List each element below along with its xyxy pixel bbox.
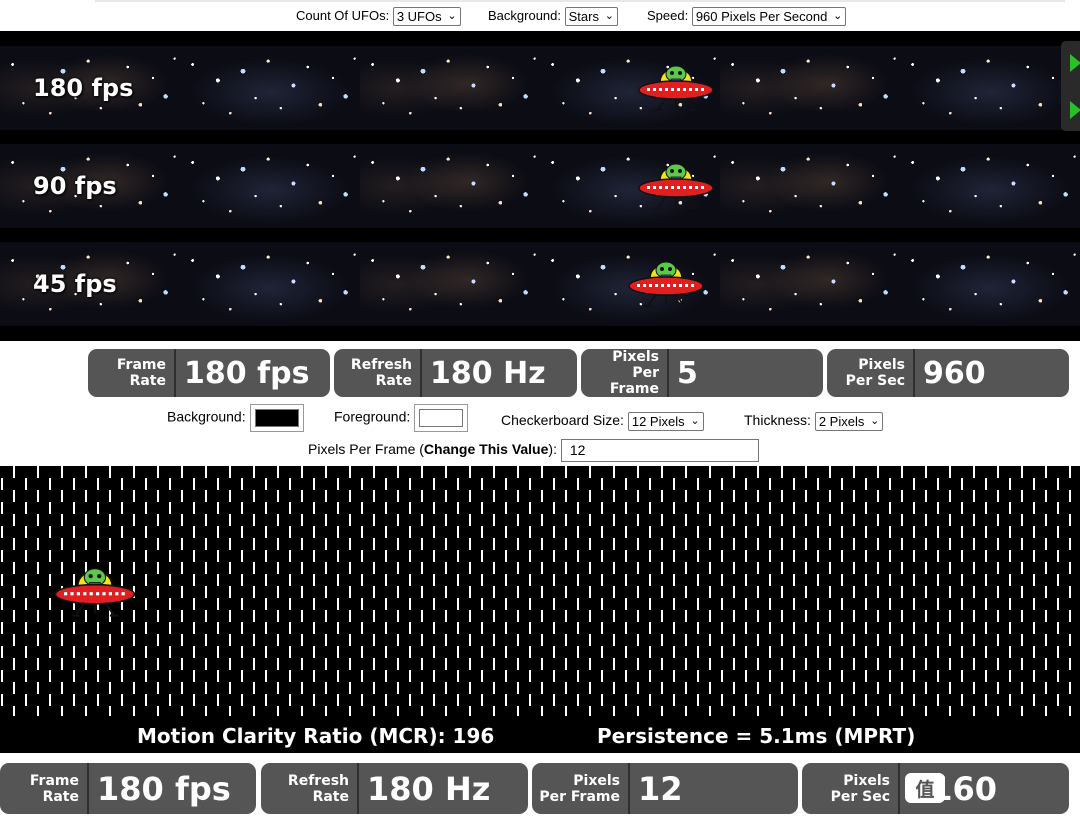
stat-label: Frame Rate (88, 349, 174, 397)
persistence-readout: Persistence = 5.1ms (MPRT) (597, 724, 916, 748)
stat-label-line: Pixels (843, 772, 890, 789)
speed-label: Speed: (647, 8, 689, 23)
stat-label: Pixels Per Sec (802, 763, 898, 814)
chevron-down-icon: ⌄ (690, 414, 700, 427)
checkerboard-size-value: 12 Pixels (631, 413, 685, 429)
lane-45fps: 45 fps (0, 242, 1080, 326)
speed-value: 960 Pixels Per Second (695, 9, 828, 25)
pixels-per-frame-control: Pixels Per Frame (Change This Value): 12 (308, 438, 759, 462)
stat-label: Pixels Per Frame (581, 349, 667, 397)
stat-value: 180 Hz (430, 355, 546, 391)
checkerboard-size-control: Checkerboard Size: 12 Pixels ⌄ (501, 411, 704, 431)
stat-label-line: Frame (116, 357, 166, 373)
stat-label-line: Frame (29, 772, 79, 789)
background-select[interactable]: Stars ⌄ (564, 7, 618, 27)
stat-value: 180 Hz (367, 769, 491, 808)
stat-label: Refresh Rate (334, 349, 420, 397)
stat-value: 180 fps (97, 769, 231, 808)
ufo-alien-icon (638, 65, 714, 111)
stat-value: 960 (923, 355, 986, 391)
ufo-alien-icon (628, 261, 704, 307)
stat-label-line: Per Frame (539, 788, 620, 805)
stat-label: Pixels Per Frame (532, 763, 628, 814)
ufo-count-select[interactable]: 3 UFOs ⌄ (392, 7, 461, 27)
stat-label: Frame Rate (0, 763, 87, 814)
lane-fps-label: 90 fps (33, 172, 117, 200)
checkerboard-lines (0, 466, 1080, 716)
foreground-color-label: Foreground: (334, 408, 411, 425)
chevron-down-icon: ⌄ (447, 10, 457, 23)
ufo-count-value: 3 UFOs (396, 9, 442, 25)
stat-label: Refresh Rate (261, 763, 357, 814)
ufo-test-area: 180 fps 90 fps 45 fps (0, 31, 1080, 341)
foreground-color-control: Foreground: (334, 404, 469, 432)
speed-control: Speed: 960 Pixels Per Second ⌄ (647, 7, 847, 27)
pixels-per-sec-stat: Pixels Per Sec 960 (827, 349, 1069, 397)
stat-label-line: Per Frame (609, 365, 659, 397)
lane-fps-label: 180 fps (33, 74, 134, 102)
stat-label-line: Per Sec (830, 788, 890, 805)
foreground-color-swatch[interactable] (414, 404, 469, 432)
ppf-label-bold: Change This Value (423, 441, 549, 457)
stat-label-line: Rate (42, 788, 79, 805)
background-color-swatch[interactable] (249, 404, 304, 432)
stat-label-line: Pixels (858, 357, 905, 373)
stat-label-line: Refresh (350, 357, 412, 373)
ufo-count-label: Count Of UFOs: (296, 8, 390, 23)
thickness-value: 2 Pixels (818, 413, 865, 429)
pixels-per-frame-stat-bottom: Pixels Per Frame 12 (532, 763, 798, 814)
background-value: Stars (568, 9, 599, 25)
frame-rate-stat: Frame Rate 180 fps (88, 349, 330, 397)
stat-label-line: Rate (312, 788, 349, 805)
speed-select[interactable]: 960 Pixels Per Second ⌄ (691, 7, 847, 27)
ufo-count-control: Count Of UFOs: 3 UFOs ⌄ (296, 7, 461, 27)
frame-rate-stat-bottom: Frame Rate 180 fps (0, 763, 256, 814)
pixels-per-frame-stat: Pixels Per Frame 5 (581, 349, 823, 397)
stat-value: 5 (677, 355, 698, 391)
checkerboard-size-label: Checkerboard Size: (501, 412, 624, 428)
refresh-rate-stat-bottom: Refresh Rate 180 Hz (261, 763, 528, 814)
ppf-label-suffix: ): (548, 441, 557, 457)
top-divider (95, 0, 1065, 2)
chevron-down-icon: ⌄ (604, 10, 614, 23)
stat-label-line: Per Sec (845, 373, 905, 389)
ufo-alien-icon (54, 567, 136, 617)
stat-label-line: Pixels (573, 772, 620, 789)
chevron-down-icon: ⌄ (870, 414, 880, 427)
stat-label-line: Refresh (287, 772, 349, 789)
background-color-label: Background: (167, 408, 246, 425)
lane-90fps: 90 fps (0, 144, 1080, 228)
stat-value: 12 (638, 769, 683, 808)
background-color-fill (254, 409, 299, 427)
foreground-color-fill (419, 409, 464, 427)
thickness-select[interactable]: 2 Pixels ⌄ (814, 411, 884, 431)
play-arrow-icon (1070, 54, 1080, 72)
pixels-per-frame-input[interactable]: 12 (560, 438, 759, 462)
ppf-label-prefix: Pixels Per Frame ( (308, 441, 424, 457)
side-scroll-tab[interactable] (1061, 41, 1080, 131)
top-controls-bar: Count Of UFOs: 3 UFOs ⌄ Background: Star… (0, 0, 1080, 31)
background-label: Background: (488, 8, 561, 23)
motion-track-area: Motion Clarity Ratio (MCR): 196 Persiste… (0, 466, 1080, 753)
background-color-control: Background: (167, 404, 304, 432)
stat-label-line: Pixels (612, 349, 659, 365)
stat-label-line: Rate (375, 373, 412, 389)
chevron-down-icon: ⌄ (833, 10, 843, 23)
stat-value: 180 fps (184, 355, 310, 391)
stat-label: Pixels Per Sec (827, 349, 913, 397)
background-control: Background: Stars ⌄ (488, 7, 618, 27)
refresh-rate-stat: Refresh Rate 180 Hz (334, 349, 577, 397)
motion-clarity-ratio: Motion Clarity Ratio (MCR): 196 (137, 724, 495, 748)
play-arrow-icon (1070, 101, 1080, 119)
thickness-label: Thickness: (744, 412, 811, 428)
thickness-control: Thickness: 2 Pixels ⌄ (744, 411, 884, 431)
watermark-logo: 值 (905, 773, 945, 803)
lane-180fps: 180 fps (0, 46, 1080, 130)
stat-label-line: Rate (129, 373, 166, 389)
ufo-alien-icon (638, 163, 714, 209)
checkerboard-size-select[interactable]: 12 Pixels ⌄ (627, 411, 704, 431)
lane-fps-label: 45 fps (33, 270, 117, 298)
